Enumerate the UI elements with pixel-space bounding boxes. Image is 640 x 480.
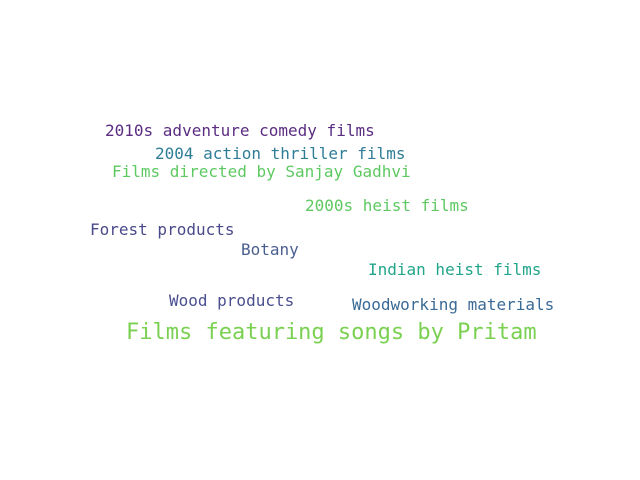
word-cloud-term: Botany	[241, 240, 299, 259]
word-cloud-term: Indian heist films	[368, 260, 542, 279]
word-cloud-term: Forest products	[90, 220, 235, 239]
word-cloud-term: 2010s adventure comedy films	[105, 121, 375, 140]
word-cloud-term: Woodworking materials	[352, 295, 555, 314]
word-cloud-term: Films featuring songs by Pritam	[126, 320, 537, 345]
word-cloud-term: Films directed by Sanjay Gadhvi	[112, 162, 411, 181]
word-cloud-term: 2000s heist films	[305, 196, 469, 215]
word-cloud-term: Wood products	[169, 291, 295, 310]
word-cloud-term: 2004 action thriller films	[155, 144, 406, 163]
word-cloud: 2010s adventure comedy films 2004 action…	[0, 0, 640, 480]
